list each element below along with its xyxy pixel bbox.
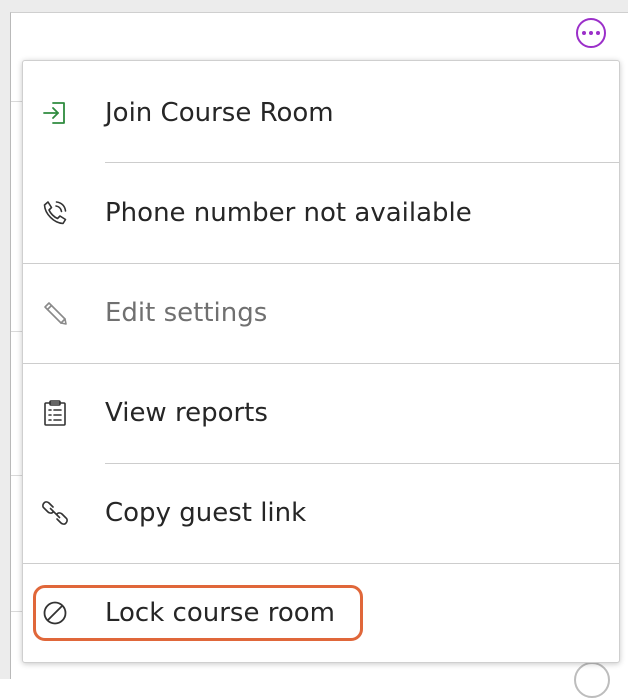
ellipsis-dot [582,31,586,35]
phone-number-item[interactable]: Phone number not available [23,163,619,263]
prohibited-circle-icon [41,599,69,627]
ellipsis-dot [589,31,593,35]
lock-course-room-item[interactable]: Lock course room [23,563,619,663]
course-room-menu: Join Course Room Phone number not availa… [22,60,620,663]
menu-item-label: Join Course Room [105,98,334,128]
view-reports-item[interactable]: View reports [23,363,619,463]
menu-item-label: View reports [105,398,268,428]
join-course-room-item[interactable]: Join Course Room [23,63,619,163]
menu-item-label: Copy guest link [105,498,307,528]
enter-arrow-icon [41,99,69,127]
menu-item-label: Edit settings [105,298,268,328]
chain-link-icon [41,499,69,527]
more-options-button[interactable] [576,18,606,48]
row-action-button[interactable] [574,662,610,698]
phone-icon [41,199,69,227]
menu-item-label: Lock course room [105,598,335,628]
clipboard-report-icon [41,399,69,427]
menu-item-label: Phone number not available [105,198,472,228]
ellipsis-dot [596,31,600,35]
copy-guest-link-item[interactable]: Copy guest link [23,463,619,563]
edit-settings-item[interactable]: Edit settings [23,263,619,363]
pencil-icon [41,299,69,327]
